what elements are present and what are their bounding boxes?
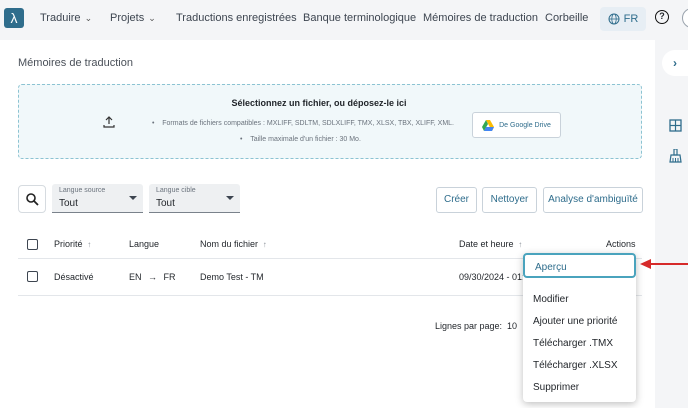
rows-per-page-value: 10 — [507, 321, 518, 331]
sort-up-icon: ↑ — [260, 240, 267, 249]
chevron-right-icon: › — [673, 56, 677, 70]
dropzone-maxsize-text: Taille maximale d'un fichier : 30 Mo. — [250, 136, 361, 143]
rows-per-page-label: Lignes par page: — [435, 321, 503, 331]
menu-item-delete[interactable]: Supprimer — [533, 382, 579, 393]
expand-panel-button[interactable]: › — [662, 50, 688, 76]
dropzone-formats: • Formats de fichiers compatibles : MXLI… — [152, 120, 454, 127]
menu-item-preview-label: Aperçu — [535, 262, 567, 273]
header-actions: Actions — [606, 239, 636, 249]
nav-corbeille[interactable]: Corbeille — [545, 12, 588, 24]
row-filename: Demo Test - TM — [200, 272, 264, 282]
dropdown-arrow-icon — [226, 196, 234, 200]
nav-banque-terminologique[interactable]: Banque terminologique — [303, 12, 416, 24]
header-priority-label: Priorité — [54, 239, 83, 249]
rows-per-page-select[interactable]: 10 — [507, 321, 517, 331]
nav-memoires-de-traduction[interactable]: Mémoires de traduction — [423, 12, 538, 24]
target-language-value: Tout — [156, 198, 175, 209]
source-language-select[interactable]: Langue source Tout — [52, 184, 143, 213]
target-language-select[interactable]: Langue cible Tout — [149, 184, 240, 213]
nav-projets[interactable]: Projets ⌄ — [110, 12, 156, 24]
nav-traduire-label: Traduire — [40, 12, 81, 24]
google-drive-icon — [482, 119, 495, 131]
nav-traductions-enregistrees[interactable]: Traductions enregistrées — [176, 12, 297, 24]
row-source-language: EN — [129, 272, 142, 282]
menu-item-download-tmx[interactable]: Télécharger .TMX — [533, 338, 613, 349]
menu-item-download-xlsx[interactable]: Télécharger .XLSX — [533, 360, 618, 371]
row-checkbox[interactable] — [27, 271, 38, 282]
clean-button[interactable]: Nettoyer — [482, 187, 537, 213]
language-selector[interactable]: FR — [600, 7, 646, 31]
nav-banque-terminologique-label: Banque terminologique — [303, 12, 417, 24]
search-icon — [25, 192, 39, 206]
create-button[interactable]: Créer — [436, 187, 477, 213]
header-priority[interactable]: Priorité ↑ — [54, 239, 91, 249]
row-priority: Désactivé — [54, 272, 94, 282]
nav-traductions-enregistrees-label: Traductions enregistrées — [176, 12, 297, 24]
file-dropzone[interactable]: Sélectionnez un fichier, ou déposez-le i… — [18, 84, 642, 159]
annotation-arrow-icon — [640, 259, 651, 269]
cleaning-brush-icon[interactable] — [669, 148, 683, 163]
google-drive-button[interactable]: De Google Drive — [472, 112, 561, 138]
source-language-value: Tout — [59, 198, 78, 209]
chevron-down-icon: ⌄ — [148, 12, 156, 23]
menu-item-preview[interactable]: Aperçu — [523, 253, 636, 278]
google-drive-label: De Google Drive — [499, 121, 551, 129]
row-target-language: FR — [163, 272, 176, 282]
header-filename[interactable]: Nom du fichier ↑ — [200, 239, 267, 249]
upload-icon — [103, 116, 115, 131]
search-button[interactable] — [18, 185, 46, 213]
ambiguity-analysis-button[interactable]: Analyse d'ambiguïté — [543, 187, 643, 213]
annotation-arrow-line — [650, 263, 688, 265]
nav-projets-label: Projets — [110, 12, 145, 24]
row-language: EN → FR — [129, 272, 176, 282]
row-datetime: 09/30/2024 - 01: — [459, 272, 525, 282]
header-filename-label: Nom du fichier — [200, 239, 259, 249]
menu-item-add-priority[interactable]: Ajouter une priorité — [533, 316, 618, 327]
select-all-checkbox[interactable] — [27, 239, 38, 250]
dropzone-title: Sélectionnez un fichier, ou déposez-le i… — [231, 98, 407, 108]
top-nav: λ Traduire ⌄ Projets ⌄ Traductions enreg… — [0, 0, 688, 40]
row-actions-menu: Aperçu Modifier Ajouter une priorité Tél… — [523, 253, 636, 402]
sort-up-icon: ↑ — [85, 240, 92, 249]
nav-corbeille-label: Corbeille — [545, 12, 589, 24]
source-language-label: Langue source — [59, 187, 106, 194]
nav-memoires-de-traduction-label: Mémoires de traduction — [423, 12, 538, 24]
target-language-label: Langue cible — [156, 187, 196, 194]
grid-add-icon[interactable] — [669, 119, 683, 133]
app-logo[interactable]: λ — [4, 8, 24, 28]
help-icon[interactable]: ? — [655, 10, 669, 24]
header-language: Langue — [129, 239, 160, 249]
avatar[interactable] — [682, 8, 688, 28]
dropdown-arrow-icon — [129, 196, 137, 200]
chevron-down-icon: ⌄ — [84, 12, 93, 23]
dropzone-formats-text: Formats de fichiers compatibles : MXLIFF… — [162, 120, 454, 127]
nav-traduire[interactable]: Traduire ⌄ — [40, 12, 92, 24]
dropzone-maxsize: • Taille maximale d'un fichier : 30 Mo. — [240, 136, 361, 143]
page-title: Mémoires de traduction — [18, 57, 133, 69]
header-datetime[interactable]: Date et heure ↑ — [459, 239, 522, 249]
language-arrow-icon: → — [148, 272, 158, 282]
menu-item-edit[interactable]: Modifier — [533, 294, 569, 305]
header-datetime-label: Date et heure — [459, 239, 514, 249]
sort-up-icon: ↑ — [516, 240, 523, 249]
language-label: FR — [623, 13, 639, 25]
globe-icon — [608, 13, 620, 25]
